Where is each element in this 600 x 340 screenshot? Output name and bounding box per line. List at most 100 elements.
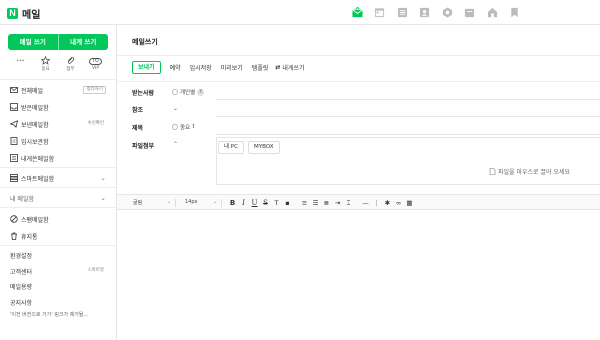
cc-input[interactable] <box>216 116 600 117</box>
list-icon[interactable] <box>396 6 408 18</box>
settings-link[interactable]: 환경설정 <box>10 251 32 260</box>
list-icon[interactable]: ⋮ <box>371 198 382 208</box>
editor-body[interactable] <box>117 211 600 340</box>
horizontal-line-icon[interactable]: — <box>360 198 371 208</box>
chevron-up-icon[interactable]: ⌃ <box>173 141 178 148</box>
star-icon <box>41 56 50 65</box>
attach-mybox-button[interactable]: MYBOX <box>248 141 280 154</box>
quick-filter-more[interactable] <box>8 56 33 72</box>
align-right-icon[interactable]: ≣ <box>321 198 332 208</box>
box-icon[interactable] <box>464 6 476 18</box>
cc-label: 참조 <box>132 107 144 114</box>
attach-my-pc-button[interactable]: 내 PC <box>218 141 244 154</box>
quick-filter-label: 중요 <box>41 67 50 72</box>
align-center-icon[interactable]: ☰ <box>310 198 321 208</box>
strikethrough-icon[interactable]: S <box>260 198 271 208</box>
table-icon[interactable]: ▦ <box>404 198 415 208</box>
subject-label: 제목 <box>132 125 144 132</box>
divider <box>0 167 117 168</box>
bookmark-icon[interactable] <box>509 6 521 18</box>
chevron-down-icon[interactable]: ⌄ <box>173 105 178 112</box>
help-icon[interactable]: ? <box>197 88 205 96</box>
editor-toolbar: 굴림 ⌄ 14px ⌄ B I U S T ▪ ≡ ☰ ≣ ⇥ ⌶ — ⋮ ✱ … <box>117 194 600 210</box>
link-icon[interactable]: ∞ <box>393 198 404 208</box>
home-icon[interactable] <box>486 6 498 18</box>
trash-icon <box>11 232 17 240</box>
format-tools: B I U S T ▪ ≡ ☰ ≣ ⇥ ⌶ — ⋮ ✱ ∞ ▦ <box>227 198 415 208</box>
quick-filter-vip[interactable]: TO VIP <box>83 56 108 72</box>
send-button[interactable]: 보내기 <box>132 61 161 74</box>
write-mail-button[interactable]: 메일 쓰기 <box>8 34 59 50</box>
sidebar-item-trash[interactable]: 휴지통 <box>10 231 106 241</box>
mail-icon[interactable] <box>351 6 363 18</box>
preview-button[interactable]: 미리보기 <box>221 63 243 72</box>
font-size-select[interactable]: 14px <box>185 199 198 205</box>
underline-icon[interactable]: U <box>249 198 260 208</box>
important-option[interactable]: 중요 ! <box>172 123 195 131</box>
sidebar-item-spam[interactable]: 스팸메일함 <box>10 214 106 224</box>
quick-filter-important[interactable]: 중요 <box>33 56 58 72</box>
divider <box>0 187 117 188</box>
sidebar-item-label: 스팸메일함 <box>21 216 49 224</box>
notice-text[interactable]: '이전 버전으로 가기' 링크가 제거될... <box>10 311 88 318</box>
sidebar-item-label: 보낸메일함 <box>21 121 49 129</box>
important-mark-icon: ! <box>192 124 195 130</box>
app-logo[interactable]: N 메일 <box>7 6 40 21</box>
drop-hint: 파일을 마우스로 끌어 오세요 <box>489 167 570 176</box>
sidebar-item-all-mail[interactable]: 전체메일 정리하기 <box>10 85 106 95</box>
notice-link[interactable]: 공지사항 <box>10 298 32 307</box>
template-button[interactable]: 템플릿 <box>252 63 269 72</box>
quick-filter-attachment[interactable]: 첨부 <box>58 56 83 72</box>
align-left-icon[interactable]: ≡ <box>299 198 310 208</box>
settings-gear-icon[interactable] <box>441 6 453 18</box>
divider <box>0 245 117 246</box>
quick-filter-label: 첨부 <box>66 67 75 72</box>
divider <box>221 199 222 207</box>
contacts-icon[interactable] <box>419 6 431 18</box>
write-button-group: 메일 쓰기 내게 쓰기 <box>8 34 108 50</box>
organize-button[interactable]: 정리하기 <box>83 86 106 94</box>
sidebar-item-sent[interactable]: 보낸메일함 수신확인 <box>10 119 106 129</box>
sidebar-item-drafts[interactable]: 임시보관함 <box>10 136 106 146</box>
compose-area: 메일쓰기 보내기 예약 임시저장 미리보기 템플릿 ⇄ 내게쓰기 받는사람 개인… <box>117 25 600 340</box>
clear-format-icon[interactable]: ⌶ <box>343 198 354 208</box>
write-to-self-button[interactable]: 내게 쓰기 <box>59 34 109 50</box>
app-title: 메일 <box>22 10 41 21</box>
divider <box>0 79 117 80</box>
radio-icon <box>172 124 178 130</box>
attach-label: 파일첨부 <box>132 143 155 150</box>
mail-usage-link[interactable]: 메일용량 <box>10 282 32 291</box>
divider <box>117 55 600 56</box>
smartbot-badge[interactable]: 스마트봇 <box>85 268 106 274</box>
save-draft-button[interactable]: 임시저장 <box>190 63 212 72</box>
subject-input[interactable] <box>216 134 600 135</box>
sidebar-item-my-mailbox[interactable]: 내 메일함 ⌄ <box>10 193 106 203</box>
read-receipt-link[interactable]: 수신확인 <box>85 121 106 127</box>
chevron-down-icon[interactable]: ⌄ <box>213 199 217 205</box>
to-input[interactable] <box>216 99 600 100</box>
calendar-icon[interactable] <box>374 6 386 18</box>
per-recipient-option[interactable]: 개인별 ? <box>172 88 205 96</box>
sidebar-item-label: 받은메일함 <box>21 104 49 112</box>
chevron-down-icon[interactable]: ⌄ <box>100 174 106 182</box>
sidebar-item-inbox[interactable]: 받은메일함 <box>10 102 106 112</box>
font-family-select[interactable]: 굴림 <box>133 199 142 206</box>
italic-icon[interactable]: I <box>238 198 249 208</box>
indent-icon[interactable]: ⇥ <box>332 198 343 208</box>
bold-icon[interactable]: B <box>227 198 238 208</box>
notebook-icon <box>10 154 18 162</box>
top-bar: N 메일 <box>0 0 600 25</box>
sidebar: 메일 쓰기 내게 쓰기 중요 첨부 TO VIP 전체메일 정리하기 받은메일함… <box>0 25 117 340</box>
reserve-button[interactable]: 예약 <box>170 63 181 72</box>
chevron-down-icon[interactable]: ⌄ <box>100 194 106 202</box>
highlight-icon[interactable]: ▪ <box>282 198 293 208</box>
file-icon <box>489 168 496 175</box>
sidebar-item-self-sent[interactable]: 내게쓴메일함 <box>10 153 106 163</box>
sidebar-item-label: 내 메일함 <box>10 195 34 203</box>
text-color-icon[interactable]: T <box>271 198 282 208</box>
write-to-self-toggle[interactable]: 내게쓰기 <box>282 63 304 72</box>
support-link[interactable]: 고객센터 스마트봇 <box>10 266 106 276</box>
sidebar-item-smart-mailbox[interactable]: 스마트메일함 ⌄ <box>10 173 106 183</box>
chevron-down-icon[interactable]: ⌄ <box>167 199 171 205</box>
emoji-icon[interactable]: ✱ <box>382 198 393 208</box>
